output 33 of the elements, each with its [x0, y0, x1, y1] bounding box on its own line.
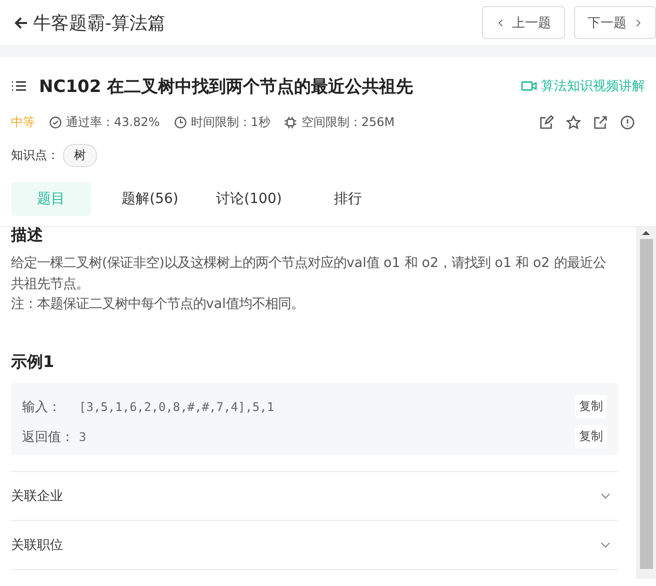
check-circle-icon	[49, 116, 62, 128]
collapsible-section[interactable]: 关联企业	[11, 470, 618, 520]
problem-title: NC102 在二叉树中找到两个节点的最近公共祖先	[39, 76, 414, 98]
tag[interactable]: 树	[63, 144, 97, 166]
scrollbar[interactable]	[636, 227, 656, 579]
back-link[interactable]: 牛客题霸-算法篇	[13, 10, 482, 34]
knowledge-label: 知识点：	[11, 146, 59, 164]
previous-button[interactable]: 上一题	[482, 6, 565, 39]
report-icon[interactable]	[620, 114, 635, 130]
difficulty-label: 中等	[11, 114, 35, 130]
star-icon[interactable]	[566, 114, 581, 130]
memory-limit: 空间限制：256M	[301, 114, 395, 130]
copy-button[interactable]: 复制	[575, 425, 607, 448]
example-value: 3	[79, 430, 88, 444]
share-icon[interactable]	[593, 114, 608, 130]
example-label: 输入：	[22, 398, 62, 416]
pass-rate: 通过率：43.82%	[66, 114, 160, 130]
next-button[interactable]: 下一题	[574, 6, 656, 39]
tab[interactable]: 讨论(100)	[209, 182, 289, 216]
tab[interactable]: 排行	[308, 182, 388, 216]
back-arrow-icon	[13, 14, 29, 30]
example-value: [3,5,1,6,2,0,8,#,#,7,4],5,1	[79, 400, 276, 414]
copy-button[interactable]: 复制	[575, 395, 607, 418]
description-text: 注：本题保证二叉树中每个节点的val值均不相同。	[11, 296, 305, 314]
tab[interactable]: 题解(56)	[110, 182, 190, 216]
chip-icon	[284, 116, 298, 128]
edit-icon[interactable]	[539, 114, 554, 130]
description-text: 给定一棵二叉树(保证非空)以及这棵树上的两个节点对应的val值 o1 和 o2，请找到 o1 和 o2 的最近公共祖先节点。	[11, 254, 607, 294]
example-heading: 示例1	[11, 352, 54, 372]
clock-icon	[174, 116, 187, 128]
time-limit: 时间限制：1秒	[190, 114, 270, 130]
collapsible-section[interactable]: 关联职位	[11, 520, 618, 568]
example-label: 返回值：	[22, 428, 75, 446]
